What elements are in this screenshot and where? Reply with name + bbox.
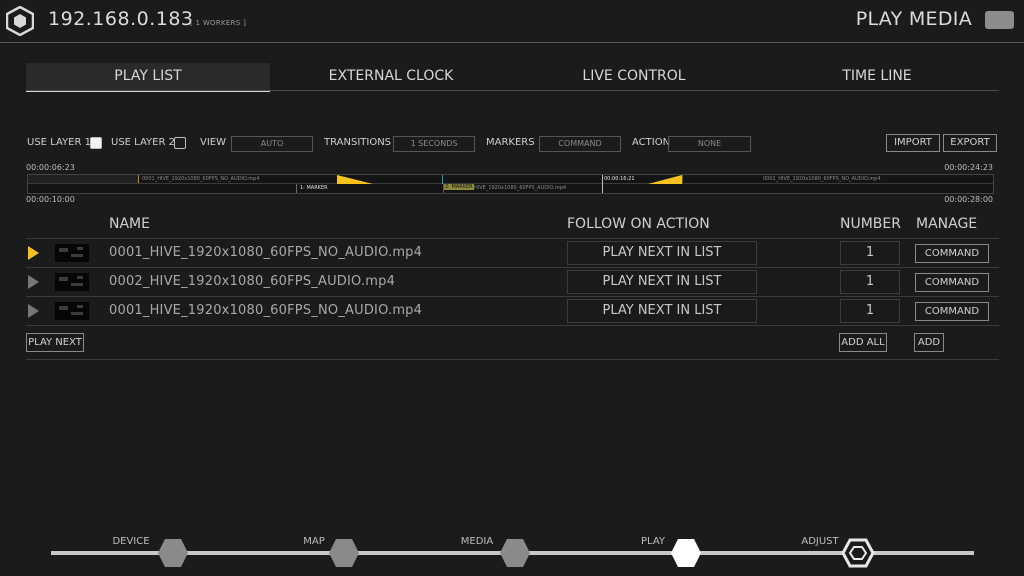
use-layer-1-checkbox[interactable] xyxy=(90,137,102,149)
markers-label: MARKERS xyxy=(486,137,535,148)
timeline-marker-1[interactable]: 1: MARKER xyxy=(296,184,444,193)
add-all-button[interactable]: ADD ALL xyxy=(839,333,887,352)
transition-ramp-icon xyxy=(337,175,373,184)
timeline-clip-3-label: 0001_HIVE_1920x1080_60FPS_NO_AUDIO.mp4 xyxy=(763,176,881,182)
view-label: VIEW xyxy=(200,137,226,148)
play-next-button[interactable]: PLAY NEXT xyxy=(26,333,84,352)
page-title: PLAY MEDIA xyxy=(855,8,972,30)
use-layer-2-label: USE LAYER 2 xyxy=(111,137,175,148)
step-adjust-hex-icon[interactable] xyxy=(841,538,875,568)
column-name: NAME xyxy=(109,216,150,232)
add-button[interactable]: ADD xyxy=(914,333,944,352)
follow-on-action-select[interactable]: PLAY NEXT IN LIST xyxy=(567,299,757,323)
table-row[interactable]: 0001_HIVE_1920x1080_60FPS_NO_AUDIO.mp4 P… xyxy=(26,297,999,326)
timeline-range-start: 00:00:10:00 xyxy=(26,195,75,204)
play-icon[interactable] xyxy=(28,275,39,289)
step-device-hex-icon[interactable] xyxy=(157,538,189,568)
column-manage: MANAGE xyxy=(916,216,978,232)
step-map-label: MAP xyxy=(303,536,325,547)
step-map-hex-icon[interactable] xyxy=(328,538,360,568)
play-icon[interactable] xyxy=(28,304,39,318)
device-ip: 192.168.0.183 xyxy=(48,8,194,30)
timeline-start-time: 00:00:06:23 xyxy=(26,163,75,172)
list-footer-divider xyxy=(26,359,999,360)
step-play-hex-icon[interactable] xyxy=(670,538,702,568)
view-select[interactable]: AUTO xyxy=(231,136,313,152)
follow-on-action-select[interactable]: PLAY NEXT IN LIST xyxy=(567,270,757,294)
number-field[interactable]: 1 xyxy=(840,241,900,265)
tab-live-control[interactable]: LIVE CONTROL xyxy=(512,63,756,90)
hive-logo-icon xyxy=(6,6,34,36)
action-label: ACTION xyxy=(632,137,671,148)
media-name: 0001_HIVE_1920x1080_60FPS_NO_AUDIO.mp4 xyxy=(109,303,423,318)
step-device-label: DEVICE xyxy=(112,536,150,547)
timeline-playhead[interactable]: 00:00:16:21 xyxy=(602,175,635,193)
table-row[interactable]: 0001_HIVE_1920x1080_60FPS_NO_AUDIO.mp4 P… xyxy=(26,239,999,268)
media-name: 0001_HIVE_1920x1080_60FPS_NO_AUDIO.mp4 xyxy=(109,245,423,260)
tabs-divider xyxy=(26,90,999,91)
transitions-label: TRANSITIONS xyxy=(324,137,392,148)
number-field[interactable]: 1 xyxy=(840,299,900,323)
timeline-lead-segment xyxy=(28,175,139,183)
follow-on-action-select[interactable]: PLAY NEXT IN LIST xyxy=(567,241,757,265)
marker-2-label: 2: MARKER xyxy=(444,184,474,190)
step-media-hex-icon[interactable] xyxy=(499,538,531,568)
marker-1-label: 1: MARKER xyxy=(300,185,328,191)
timeline-end-time: 00:00:24:23 xyxy=(944,163,993,172)
timeline-range-end: 00:00:28:00 xyxy=(944,195,993,204)
menu-button[interactable] xyxy=(985,11,1014,29)
workers-count: [ 1 WORKERS ] xyxy=(190,19,247,27)
use-layer-2-checkbox[interactable] xyxy=(174,137,186,149)
timeline-marker-2[interactable]: 2: MARKER HIVE_1920x1080_60FPS_AUDIO.mp4 xyxy=(442,184,603,193)
tab-external-clock[interactable]: EXTERNAL CLOCK xyxy=(269,63,513,90)
action-select[interactable]: NONE xyxy=(668,136,751,152)
timeline-track[interactable]: 0001_HIVE_1920x1080_60FPS_NO_AUDIO.mp4 1… xyxy=(27,174,994,194)
column-follow-on-action: FOLLOW ON ACTION xyxy=(567,216,710,232)
import-button[interactable]: IMPORT xyxy=(886,134,940,152)
tab-time-line[interactable]: TIME LINE xyxy=(755,63,999,90)
tab-play-list[interactable]: PLAY LIST xyxy=(26,63,270,92)
thumbnail xyxy=(55,302,89,320)
timeline-clip-3[interactable]: 0001_HIVE_1920x1080_60FPS_NO_AUDIO.mp4 xyxy=(682,175,994,183)
thumbnail xyxy=(55,273,89,291)
thumbnail xyxy=(55,244,89,262)
use-layer-1-label: USE LAYER 1 xyxy=(27,137,91,148)
markers-select[interactable]: COMMAND xyxy=(539,136,621,152)
timeline-cue-line xyxy=(442,175,443,184)
transitions-select[interactable]: 1 SECONDS xyxy=(393,136,475,152)
step-adjust-label: ADJUST xyxy=(801,536,839,547)
command-button[interactable]: COMMAND xyxy=(915,244,989,263)
step-media-label: MEDIA xyxy=(460,536,494,547)
timeline-clip-2-label: HIVE_1920x1080_60FPS_AUDIO.mp4 xyxy=(474,185,567,191)
column-number: NUMBER xyxy=(840,216,901,232)
number-field[interactable]: 1 xyxy=(840,270,900,294)
play-icon[interactable] xyxy=(28,246,39,260)
command-button[interactable]: COMMAND xyxy=(915,273,989,292)
media-name: 0002_HIVE_1920x1080_60FPS_AUDIO.mp4 xyxy=(109,274,396,289)
table-row[interactable]: 0002_HIVE_1920x1080_60FPS_AUDIO.mp4 PLAY… xyxy=(26,268,999,297)
command-button[interactable]: COMMAND xyxy=(915,302,989,321)
transition-ramp-icon xyxy=(648,175,682,184)
timeline-clip-1[interactable]: 0001_HIVE_1920x1080_60FPS_NO_AUDIO.mp4 xyxy=(139,175,338,183)
step-play-label: PLAY xyxy=(640,536,666,547)
playhead-time: 00:00:16:21 xyxy=(604,176,635,182)
export-button[interactable]: EXPORT xyxy=(943,134,997,152)
timeline-clip-1-label: 0001_HIVE_1920x1080_60FPS_NO_AUDIO.mp4 xyxy=(142,176,260,182)
